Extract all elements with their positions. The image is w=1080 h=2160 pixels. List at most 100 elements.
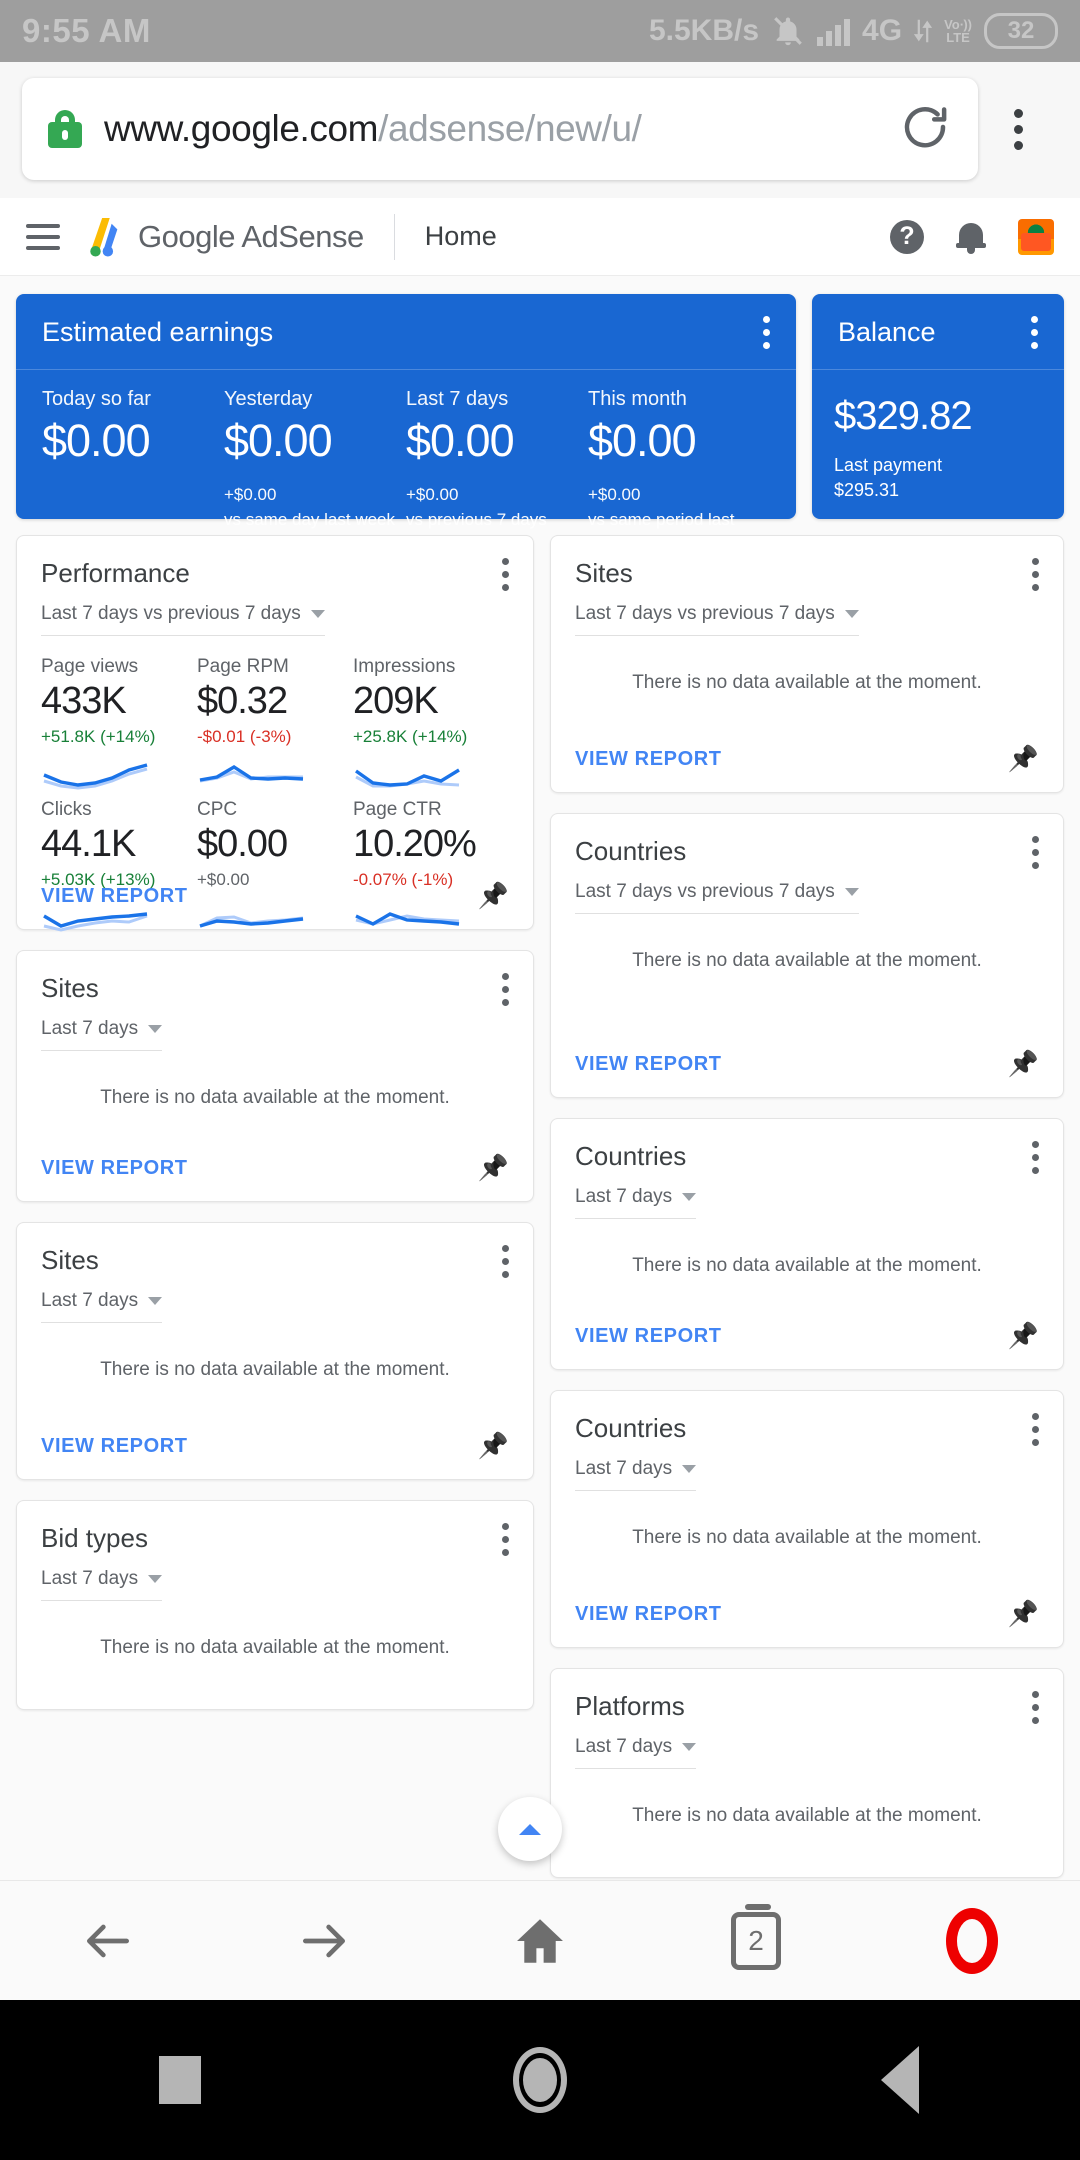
chevron-down-icon (148, 1575, 163, 1583)
pin-icon[interactable] (1013, 746, 1039, 772)
bell-icon[interactable] (956, 220, 986, 254)
hamburger-menu-icon[interactable] (26, 223, 60, 250)
recents-square-icon (159, 2056, 201, 2104)
pin-icon[interactable] (483, 1155, 509, 1181)
home-button-android[interactable] (360, 2047, 720, 2113)
home-button[interactable] (432, 1912, 648, 1970)
card-menu-button[interactable] (502, 1523, 509, 1556)
back-triangle-icon (881, 2046, 919, 2114)
pin-icon[interactable] (1013, 1601, 1039, 1627)
browser-menu-button[interactable] (978, 108, 1058, 150)
performance-menu-button[interactable] (502, 558, 509, 591)
view-report-link[interactable]: VIEW REPORT (575, 748, 722, 771)
signal-bars-icon (817, 16, 851, 46)
battery-indicator: 32 (984, 13, 1058, 49)
metric-clicks: Clicks 44.1K +5.03K (+13%) (41, 799, 197, 936)
earnings-column: Today so far $0.00 (42, 388, 224, 557)
range-selector[interactable]: Last 7 days vs previous 7 days (575, 603, 859, 636)
sparkline-page-rpm (197, 759, 353, 793)
view-report-link[interactable]: VIEW REPORT (575, 1325, 722, 1348)
card-menu-button[interactable] (502, 973, 509, 1006)
range-selector[interactable]: Last 7 days (575, 1458, 697, 1491)
platforms-card: Platforms Last 7 days There is no data a… (550, 1668, 1064, 1878)
chevron-down-icon (682, 1465, 697, 1473)
sparkline-page-views (41, 759, 197, 793)
performance-title: Performance (41, 558, 190, 588)
earnings-comparison: +$0.00 vs previous 7 days (406, 485, 547, 529)
forward-button[interactable] (216, 1913, 432, 1969)
volte-icon: Vo∙)) LTE (944, 17, 972, 45)
card-menu-button[interactable] (1032, 1691, 1039, 1724)
card-title: Countries (575, 836, 687, 866)
scroll-to-top-button[interactable] (498, 1797, 562, 1861)
card-title: Platforms (575, 1691, 685, 1721)
no-data-message: There is no data available at the moment… (632, 1527, 982, 1548)
range-selector[interactable]: Last 7 days (41, 1018, 163, 1051)
range-selector[interactable]: Last 7 days (41, 1568, 163, 1601)
range-selector[interactable]: Last 7 days (41, 1290, 163, 1323)
help-icon[interactable]: ? (890, 219, 924, 254)
pin-icon[interactable] (483, 883, 509, 909)
estimated-earnings-card: Estimated earnings Today so far $0.00 Ye… (16, 294, 796, 553)
brand[interactable]: Google AdSense (86, 216, 364, 258)
url-input[interactable]: www.google.com/adsense/new/u/ (22, 78, 978, 180)
tabs-button[interactable]: 2 (648, 1903, 864, 1970)
card-menu-button[interactable] (1032, 1141, 1039, 1174)
no-data-message: There is no data available at the moment… (100, 1637, 450, 1658)
range-label: Last 7 days (41, 1290, 139, 1311)
opera-logo-icon (946, 1907, 998, 1974)
chevron-down-icon (310, 610, 325, 618)
view-report-link[interactable]: VIEW REPORT (575, 1603, 722, 1626)
card-menu-button[interactable] (1032, 1413, 1039, 1446)
adsense-logo-icon (90, 217, 118, 256)
balance-menu-button[interactable] (1031, 316, 1038, 349)
earnings-column: Last 7 days $0.00 +$0.00 vs previous 7 d… (406, 388, 588, 557)
page-title: Home (424, 221, 497, 251)
earnings-column: This month $0.00 +$0.00 vs same period l… (588, 388, 770, 557)
phone-screen: 9:55 AM 5.5KB/s 4G Vo∙)) LTE 32 www.goog… (0, 0, 1080, 2160)
adsense-app-bar: Google AdSense Home ? (0, 198, 1080, 276)
arrow-back-icon (87, 1924, 129, 1957)
earnings-menu-button[interactable] (763, 316, 770, 349)
performance-card: Performance Last 7 days vs previous 7 da… (16, 535, 534, 932)
opera-menu-button[interactable] (864, 1907, 1080, 1974)
card-title: Countries (575, 1141, 687, 1171)
back-button-android[interactable] (720, 2046, 1080, 2114)
range-selector[interactable]: Last 7 days (575, 1736, 697, 1769)
reload-icon[interactable] (884, 100, 952, 159)
card-menu-button[interactable] (502, 1245, 509, 1278)
range-selector[interactable]: Last 7 days vs previous 7 days (575, 881, 859, 914)
metric-cpc: CPC $0.00 +$0.00 (197, 799, 353, 936)
range-label: Last 7 days (575, 1458, 673, 1479)
card-menu-button[interactable] (1032, 558, 1039, 591)
no-data-message: There is no data available at the moment… (100, 1359, 450, 1380)
range-label: Last 7 days (575, 1736, 673, 1757)
pin-icon[interactable] (483, 1433, 509, 1459)
view-report-link[interactable]: VIEW REPORT (41, 1435, 188, 1458)
range-label: Last 7 days vs previous 7 days (575, 881, 835, 902)
metric-page-views: Page views 433K +51.8K (+14%) (41, 656, 197, 793)
performance-range-selector[interactable]: Last 7 days vs previous 7 days (41, 603, 325, 636)
recents-button[interactable] (0, 2056, 360, 2104)
range-label: Last 7 days (41, 1018, 139, 1039)
browser-toolbar: www.google.com/adsense/new/u/ (0, 62, 1080, 198)
home-icon (517, 1918, 563, 1963)
performance-view-report-link[interactable]: VIEW REPORT (41, 885, 188, 908)
bell-off-icon (771, 14, 805, 48)
no-data-message: There is no data available at the moment… (632, 672, 982, 693)
no-data-message: There is no data available at the moment… (632, 1805, 982, 1826)
android-nav-bar (0, 2000, 1080, 2160)
back-button[interactable] (0, 1913, 216, 1969)
card-menu-button[interactable] (1032, 836, 1039, 869)
sites-card-compare: Sites Last 7 days vs previous 7 days The… (550, 535, 1064, 793)
account-avatar-icon[interactable] (1018, 218, 1054, 255)
earnings-value: $0.00 (406, 415, 515, 466)
view-report-link[interactable]: VIEW REPORT (41, 1157, 188, 1180)
android-status-bar: 9:55 AM 5.5KB/s 4G Vo∙)) LTE 32 (0, 0, 1080, 62)
left-column: Performance Last 7 days vs previous 7 da… (16, 535, 534, 1710)
range-selector[interactable]: Last 7 days (575, 1186, 697, 1219)
view-report-link[interactable]: VIEW REPORT (575, 1053, 722, 1076)
chevron-up-icon (519, 1823, 541, 1835)
pin-icon[interactable] (1013, 1051, 1039, 1077)
pin-icon[interactable] (1013, 1323, 1039, 1349)
